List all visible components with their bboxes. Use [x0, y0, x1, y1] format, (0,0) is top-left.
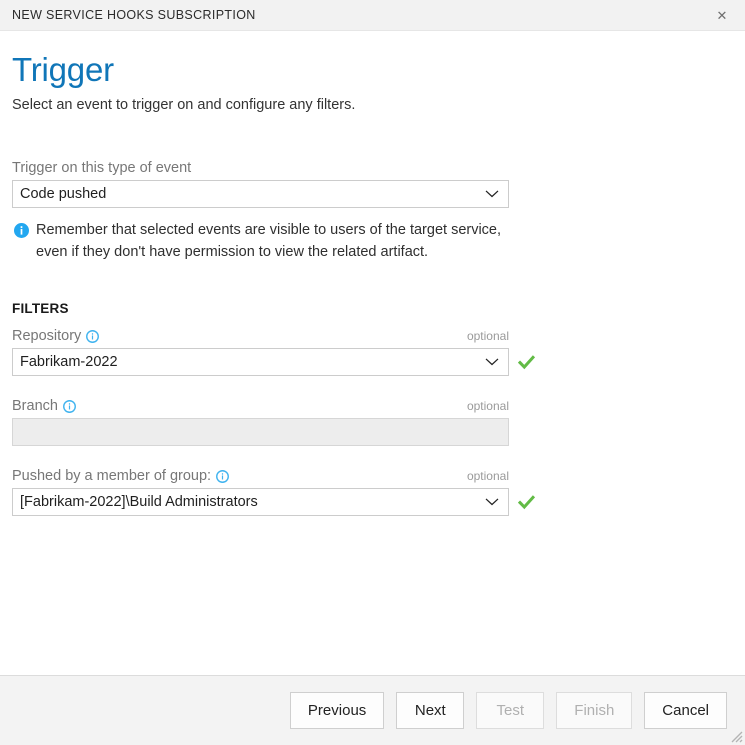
pushed-by-group-select-row: [Fabrikam-2022]\Build Administrators	[12, 488, 733, 516]
repository-value: Fabrikam-2022	[20, 354, 118, 370]
info-circle-filled-icon	[14, 223, 29, 238]
page-title: Trigger	[12, 53, 733, 88]
chevron-down-icon	[485, 498, 499, 507]
info-circle-outline-icon[interactable]	[216, 470, 229, 483]
dialog-titlebar: NEW SERVICE HOOKS SUBSCRIPTION ✕	[0, 0, 745, 31]
event-type-field: Trigger on this type of event Code pushe…	[12, 160, 733, 208]
repository-label-row: Repository optional	[12, 328, 509, 344]
previous-button[interactable]: Previous	[290, 692, 384, 729]
dialog-content: Trigger Select an event to trigger on an…	[0, 31, 745, 675]
page-subtitle: Select an event to trigger on and config…	[12, 96, 733, 115]
new-subscription-dialog: NEW SERVICE HOOKS SUBSCRIPTION ✕ Trigger…	[0, 0, 745, 745]
pushed-by-group-label: Pushed by a member of group:	[12, 468, 211, 484]
notice-text: Remember that selected events are visibl…	[36, 220, 514, 263]
branch-label-group: Branch	[12, 398, 76, 414]
event-type-label: Trigger on this type of event	[12, 160, 191, 176]
repository-select-row: Fabrikam-2022	[12, 348, 733, 376]
branch-label: Branch	[12, 398, 58, 414]
pushed-by-group-optional-tag: optional	[467, 469, 509, 483]
dialog-footer: Previous Next Test Finish Cancel	[0, 675, 745, 745]
close-icon[interactable]: ✕	[709, 2, 735, 28]
pushed-by-group-value: [Fabrikam-2022]\Build Administrators	[20, 494, 258, 510]
filter-field-branch: Branch optional	[12, 398, 733, 446]
repository-valid-check-icon	[518, 354, 535, 371]
finish-button: Finish	[556, 692, 632, 729]
event-type-select[interactable]: Code pushed	[12, 180, 509, 208]
chevron-down-icon	[485, 190, 499, 199]
pushed-by-group-valid-check-icon	[518, 494, 535, 511]
dialog-title: NEW SERVICE HOOKS SUBSCRIPTION	[12, 8, 256, 22]
resize-grip-icon[interactable]	[729, 729, 743, 743]
branch-select-row	[12, 418, 733, 446]
chevron-down-icon	[485, 358, 499, 367]
repository-optional-tag: optional	[467, 329, 509, 343]
filter-field-pushed-by-group: Pushed by a member of group: optional [F…	[12, 468, 733, 516]
repository-label-group: Repository	[12, 328, 99, 344]
branch-select	[12, 418, 509, 446]
filter-field-repository: Repository optional Fabrikam-2022	[12, 328, 733, 376]
events-visibility-notice: Remember that selected events are visibl…	[14, 220, 514, 263]
pushed-by-group-label-row: Pushed by a member of group: optional	[12, 468, 509, 484]
branch-label-row: Branch optional	[12, 398, 509, 414]
cancel-button[interactable]: Cancel	[644, 692, 727, 729]
test-button: Test	[476, 692, 544, 729]
repository-label: Repository	[12, 328, 81, 344]
repository-select[interactable]: Fabrikam-2022	[12, 348, 509, 376]
branch-optional-tag: optional	[467, 399, 509, 413]
event-type-value: Code pushed	[20, 186, 106, 202]
next-button[interactable]: Next	[396, 692, 464, 729]
filters-heading: FILTERS	[12, 301, 733, 316]
pushed-by-group-label-group: Pushed by a member of group:	[12, 468, 229, 484]
info-circle-outline-icon[interactable]	[86, 330, 99, 343]
event-type-label-row: Trigger on this type of event	[12, 160, 509, 176]
pushed-by-group-select[interactable]: [Fabrikam-2022]\Build Administrators	[12, 488, 509, 516]
event-type-select-row: Code pushed	[12, 180, 733, 208]
info-circle-outline-icon[interactable]	[63, 400, 76, 413]
